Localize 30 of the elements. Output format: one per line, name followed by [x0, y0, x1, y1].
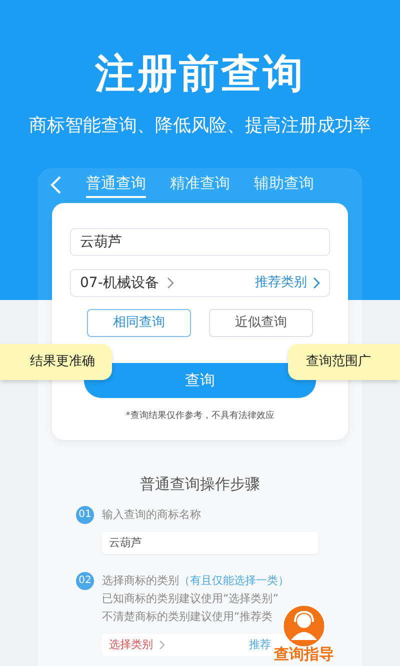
chevron-icon	[159, 640, 165, 650]
back-icon[interactable]	[50, 176, 62, 194]
help-label[interactable]: 查询指导	[274, 646, 334, 662]
option-button[interactable]: 相同查询	[87, 309, 191, 337]
step-number: 01	[76, 506, 94, 524]
tooltip: 查询范围广	[288, 344, 400, 380]
tooltip: 结果更准确	[0, 344, 112, 380]
page-title: 注册前查询	[95, 50, 305, 99]
chevron-icon	[166, 277, 174, 289]
step-title: 输入查询的商标名称	[102, 506, 202, 522]
support-agent-icon[interactable]	[282, 604, 326, 648]
tab[interactable]: 普通查询	[86, 172, 146, 198]
step-text: 已知商标的类别建议使用“选择类别”	[102, 590, 280, 606]
tab[interactable]: 辅助查询	[254, 172, 314, 198]
step-title: 选择商标的类别（有且仅能选择一类）	[102, 572, 290, 588]
disclaimer: *查询结果仅作参考，不具有法律效应	[124, 410, 276, 423]
input-field[interactable]: 云葫芦	[70, 228, 330, 256]
category-field[interactable]: 07-机械设备 推荐类别	[70, 269, 330, 297]
category-value: 07-机械设备	[80, 274, 159, 292]
recommend-link[interactable]: 推荐类别	[255, 273, 307, 293]
section-title: 普通查询操作步骤	[139, 474, 261, 495]
tab[interactable]: 精准查询	[170, 172, 230, 198]
chevron-icon	[313, 277, 320, 289]
example-field: 云葫芦	[102, 532, 318, 554]
option-button[interactable]: 近似查询	[209, 309, 313, 337]
pick-category-link[interactable]: 选择类别	[109, 636, 153, 654]
page-subtitle: 商标智能查询、降低风险、提高注册成功率	[29, 114, 371, 138]
recommend-link[interactable]: 推荐	[249, 636, 271, 654]
step-number: 02	[76, 572, 94, 590]
step-text: 不清楚商标的类别建议使用“推荐类	[102, 608, 274, 624]
